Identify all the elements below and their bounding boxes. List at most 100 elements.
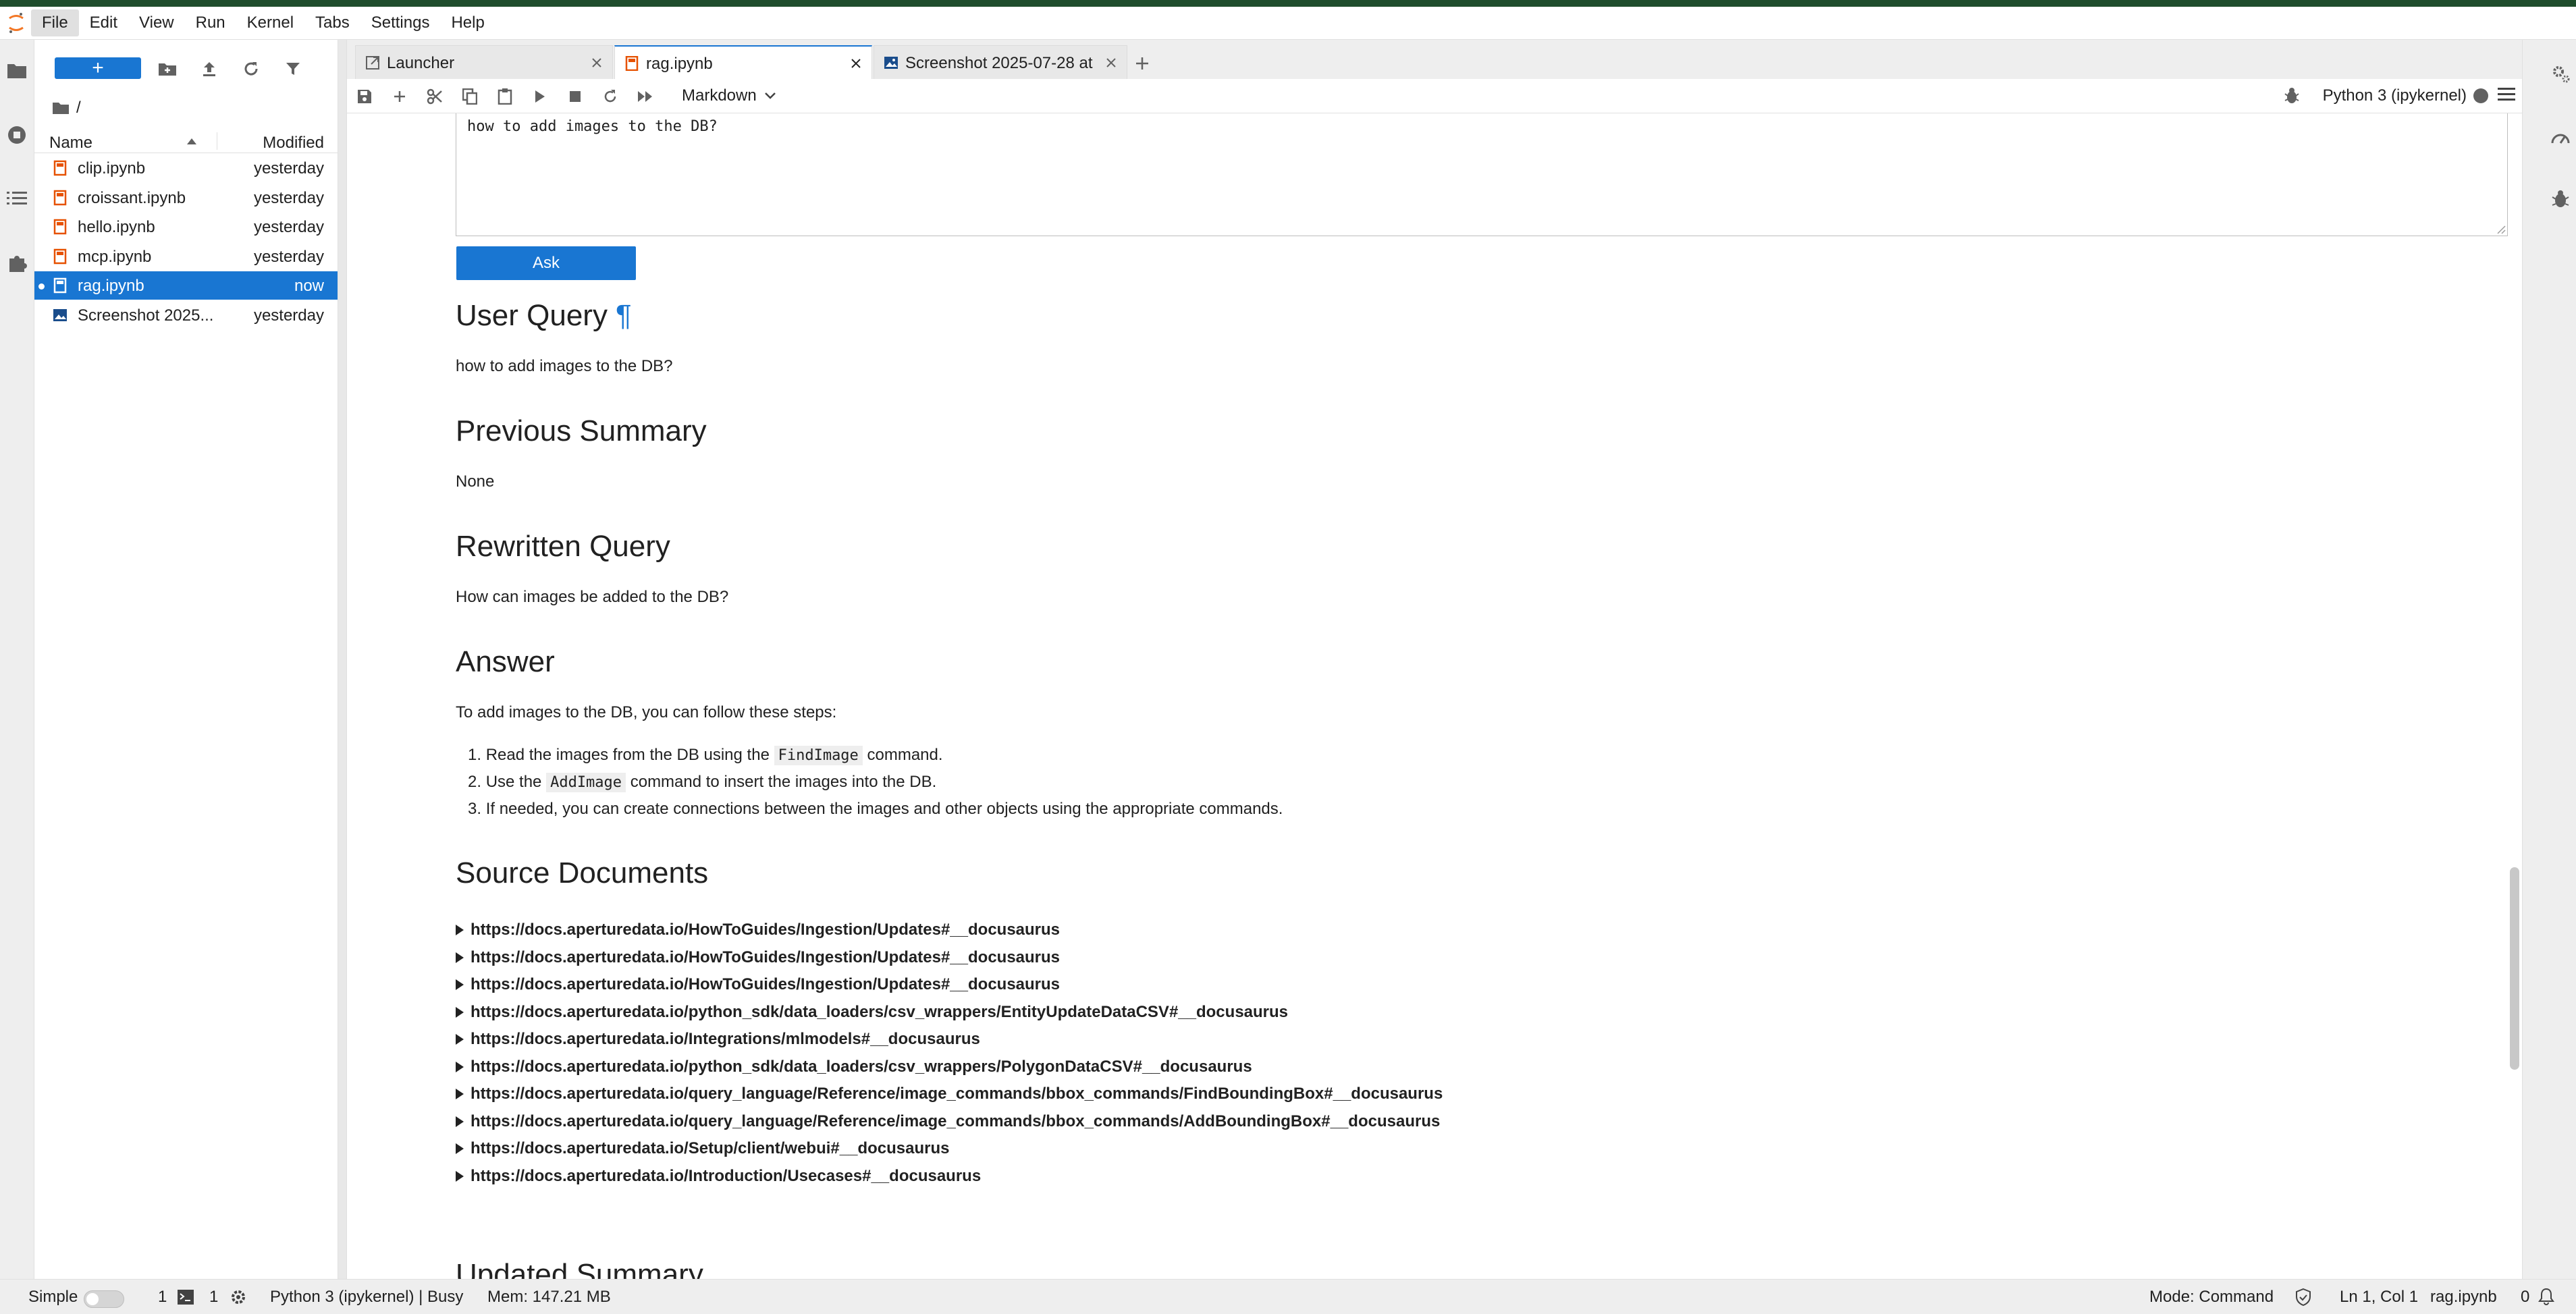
source-document-item[interactable]: https://docs.aperturedata.io/Introductio… [456, 1167, 981, 1186]
add-tab-plus-icon[interactable] [1129, 51, 1156, 76]
cut-scissors-icon[interactable] [425, 87, 444, 106]
source-document-item[interactable]: https://docs.aperturedata.io/python_sdk/… [456, 1058, 1252, 1076]
menu-tabs[interactable]: Tabs [304, 9, 360, 36]
image-icon [884, 55, 898, 70]
upload-icon[interactable] [199, 59, 219, 79]
kernel-name-button[interactable]: Python 3 (ipykernel) [2323, 86, 2467, 105]
filter-icon[interactable] [283, 59, 303, 79]
disclosure-triangle-icon[interactable] [456, 925, 464, 935]
new-launcher-button[interactable]: + [55, 57, 141, 79]
hamburger-menu-icon[interactable] [2498, 87, 2515, 102]
disclosure-triangle-icon[interactable] [456, 1170, 464, 1182]
source-document-item[interactable]: https://docs.aperturedata.io/HowToGuides… [456, 975, 1060, 994]
ask-button[interactable]: Ask [456, 246, 636, 280]
file-name: hello.ipynb [78, 218, 155, 236]
column-modified-header[interactable]: Modified [263, 134, 324, 153]
terminal-count[interactable]: 1 [158, 1288, 167, 1307]
notebook-scrollbar[interactable] [2507, 118, 2519, 1279]
kernel-count[interactable]: 1 [209, 1288, 218, 1307]
file-list-item[interactable]: mcp.ipynb yesterday [34, 242, 338, 271]
file-list-item[interactable]: croissant.ipynb yesterday [34, 184, 338, 212]
debugger-bug-icon[interactable] [2547, 186, 2574, 213]
breadcrumb-root[interactable]: / [76, 99, 81, 117]
disclosure-triangle-icon[interactable] [456, 1143, 464, 1154]
disclosure-triangle-icon[interactable] [456, 1006, 464, 1018]
disclosure-triangle-icon[interactable] [456, 1116, 464, 1127]
close-icon[interactable] [1104, 55, 1119, 70]
notification-bell-icon[interactable] [2538, 1288, 2554, 1305]
file-list-item[interactable]: clip.ipynb yesterday [34, 154, 338, 182]
kernel-status-text[interactable]: Python 3 (ipykernel) | Busy [270, 1288, 463, 1307]
menu-view[interactable]: View [128, 9, 185, 36]
debugger-bug-icon[interactable] [2284, 87, 2299, 105]
list-item: 3. If needed, you can create connections… [468, 800, 1283, 819]
run-play-icon[interactable] [531, 87, 549, 106]
panel-splitter[interactable] [338, 40, 346, 1279]
table-of-contents-icon[interactable] [0, 182, 34, 215]
source-document-url: https://docs.aperturedata.io/Integration… [471, 1030, 980, 1048]
insert-cell-plus-icon[interactable] [390, 87, 409, 106]
menu-run[interactable]: Run [185, 9, 236, 36]
sort-ascending-icon[interactable] [187, 138, 196, 144]
restart-run-all-fast-forward-icon[interactable] [636, 87, 655, 106]
source-document-item[interactable]: https://docs.aperturedata.io/HowToGuides… [456, 921, 1060, 939]
kernel-gear-icon[interactable] [230, 1288, 247, 1306]
cell-type-dropdown[interactable]: Markdown [682, 85, 776, 107]
save-icon[interactable] [355, 87, 374, 106]
stop-square-icon[interactable] [566, 87, 585, 106]
source-document-url: https://docs.aperturedata.io/python_sdk/… [471, 1002, 1289, 1021]
user-query-heading: User Query ¶ [456, 299, 632, 333]
new-folder-icon[interactable] [157, 59, 178, 79]
notebook-icon [624, 56, 639, 71]
rewritten-query-text: How can images be added to the DB? [456, 588, 729, 606]
editor-mode[interactable]: Mode: Command [2149, 1288, 2274, 1307]
property-inspector-gears-icon[interactable] [2547, 60, 2574, 87]
disclosure-triangle-icon[interactable] [456, 952, 464, 963]
query-textarea[interactable]: how to add images to the DB? [456, 113, 2508, 236]
close-icon[interactable] [589, 55, 604, 70]
file-list-item[interactable]: rag.ipynb now [34, 271, 338, 300]
notification-count[interactable]: 0 [2521, 1288, 2529, 1307]
menu-settings[interactable]: Settings [360, 9, 441, 36]
source-document-item[interactable]: https://docs.aperturedata.io/Setup/clien… [456, 1139, 949, 1158]
menu-help[interactable]: Help [440, 9, 495, 36]
terminal-icon[interactable] [177, 1289, 194, 1305]
tab-launcher[interactable]: Launcher [355, 45, 613, 79]
refresh-icon[interactable] [241, 59, 261, 79]
folder-icon[interactable] [52, 101, 70, 115]
file-browser-folder-icon[interactable] [0, 53, 34, 87]
menu-kernel[interactable]: Kernel [236, 9, 304, 36]
running-kernels-icon[interactable] [0, 118, 34, 152]
file-list-item[interactable]: Screenshot 2025... yesterday [34, 301, 338, 329]
menu-file[interactable]: File [31, 9, 79, 36]
disclosure-triangle-icon[interactable] [456, 1034, 464, 1045]
disclosure-triangle-icon[interactable] [456, 979, 464, 990]
close-icon[interactable] [849, 56, 863, 71]
extension-manager-puzzle-icon[interactable] [0, 246, 34, 280]
resize-grip-icon[interactable] [2495, 223, 2506, 234]
disclosure-triangle-icon[interactable] [456, 1061, 464, 1072]
trusted-shield-icon[interactable] [2295, 1288, 2311, 1306]
disclosure-triangle-icon[interactable] [456, 1089, 464, 1099]
scrollbar-thumb[interactable] [2510, 867, 2519, 1070]
tab-screenshot[interactable]: Screenshot 2025-07-28 at [874, 45, 1127, 79]
simple-mode-label: Simple [28, 1288, 78, 1306]
heading-anchor-link[interactable]: ¶ [616, 299, 632, 332]
paste-clipboard-icon[interactable] [495, 87, 514, 106]
simple-mode-toggle[interactable] [84, 1290, 124, 1308]
source-document-item[interactable]: https://docs.aperturedata.io/python_sdk/… [456, 1003, 1288, 1022]
copy-icon[interactable] [460, 87, 479, 106]
menu-edit[interactable]: Edit [79, 9, 128, 36]
source-document-item[interactable]: https://docs.aperturedata.io/Integration… [456, 1030, 980, 1049]
source-document-item[interactable]: https://docs.aperturedata.io/HowToGuides… [456, 948, 1060, 967]
source-document-url: https://docs.aperturedata.io/Introductio… [471, 1166, 982, 1185]
cursor-position[interactable]: Ln 1, Col 1 [2340, 1288, 2418, 1307]
resource-usage-gauge-icon[interactable] [2547, 124, 2574, 150]
column-name-header[interactable]: Name [49, 134, 92, 153]
source-document-item[interactable]: https://docs.aperturedata.io/query_langu… [456, 1112, 1440, 1131]
tab-rag-notebook[interactable]: rag.ipynb [614, 45, 872, 80]
source-document-item[interactable]: https://docs.aperturedata.io/query_langu… [456, 1085, 1443, 1103]
file-modified: yesterday [253, 188, 324, 207]
restart-kernel-icon[interactable] [601, 87, 620, 106]
file-list-item[interactable]: hello.ipynb yesterday [34, 213, 338, 241]
